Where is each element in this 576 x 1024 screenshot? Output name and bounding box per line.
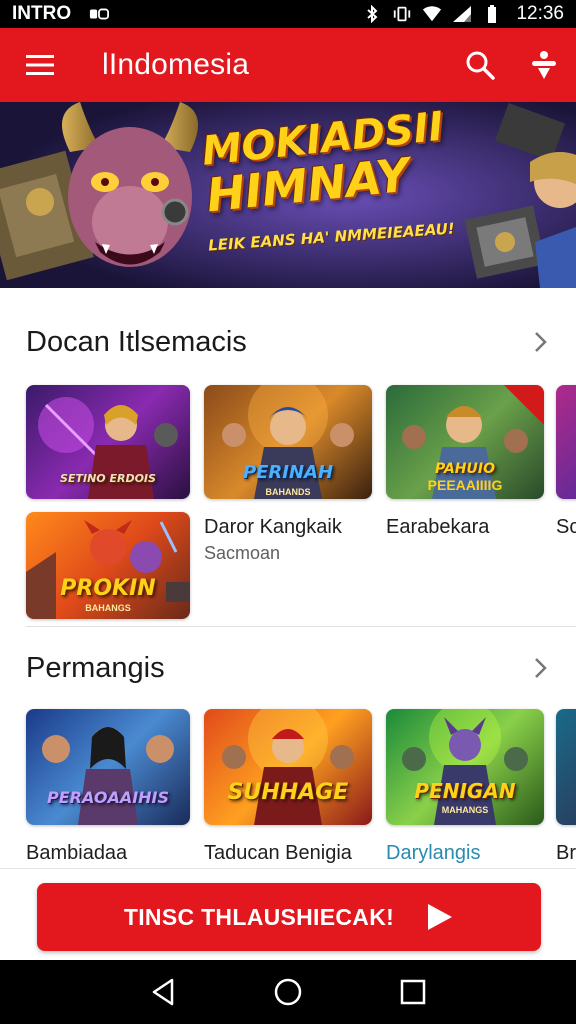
home-icon xyxy=(274,978,302,1006)
item-title[interactable]: Bambiadaa xyxy=(26,842,127,865)
signal-icon xyxy=(452,5,472,23)
menu-icon xyxy=(26,55,54,75)
card-logo: PROKIN xyxy=(60,576,156,601)
card-logo: PERAOAAIHIS xyxy=(46,788,170,807)
game-card[interactable]: SETINO ERDOIS xyxy=(26,385,190,499)
card-logo-sub: BAHANGS xyxy=(85,603,131,613)
chevron-right-icon[interactable] xyxy=(528,330,552,354)
item-title[interactable]: Darylangis xyxy=(386,842,480,865)
profile-icon xyxy=(532,51,556,79)
cta-area: TINSC THLAUSHIECAK! xyxy=(0,868,576,960)
card-logo-sub: BAHANDS xyxy=(265,487,311,497)
game-card[interactable]: PERINAH BAHANDS xyxy=(204,385,372,499)
section-header-2[interactable]: Permangis xyxy=(0,638,576,698)
recents-icon xyxy=(401,979,426,1005)
item-title[interactable]: Daror Kangkaik xyxy=(204,516,342,539)
home-button[interactable] xyxy=(264,968,312,1016)
item-title[interactable]: Taducan Benigia xyxy=(204,842,352,865)
search-icon xyxy=(466,51,495,80)
cta-button[interactable]: TINSC THLAUSHIECAK! xyxy=(37,883,541,951)
system-nav-bar xyxy=(0,960,576,1024)
game-card[interactable]: PAHUIO PEEAAIIIIG xyxy=(386,385,544,499)
card-logo: PAHUIO xyxy=(434,461,495,477)
cta-label: TINSC THLAUSHIECAK! xyxy=(123,903,395,930)
app-bar: lIndomesia xyxy=(0,28,576,102)
wifi-icon xyxy=(422,5,442,23)
status-bar: INTRO 12:36 xyxy=(0,0,576,28)
game-card-partial[interactable] xyxy=(556,709,576,825)
game-card[interactable]: PROKIN BAHANGS xyxy=(26,512,190,619)
promo-banner[interactable]: MOKIADSII HIMNAY LEIK EANS HA' NMMEIEAEA… xyxy=(0,102,576,288)
carrier-label: INTRO xyxy=(12,3,72,24)
battery-icon xyxy=(482,5,502,23)
sim-icon xyxy=(89,5,110,23)
item-subtitle: Sacmoan xyxy=(204,543,281,563)
back-icon xyxy=(152,978,173,1006)
app-title: lIndomesia xyxy=(102,48,250,81)
search-button[interactable] xyxy=(448,28,512,102)
vibrate-icon xyxy=(392,5,412,23)
item-title[interactable]: Sc xyxy=(556,516,576,539)
game-card-partial[interactable] xyxy=(556,385,576,499)
card-logo-sub: MAHANGS xyxy=(441,805,489,815)
profile-button[interactable] xyxy=(512,28,576,102)
section-title: Permangis xyxy=(26,651,165,684)
menu-button[interactable] xyxy=(0,28,80,102)
section-header-1[interactable]: Docan Itlsemacis xyxy=(0,312,576,372)
game-card[interactable]: PENIGAN MAHANGS xyxy=(386,709,544,825)
item-title[interactable]: Br xyxy=(556,842,576,865)
chevron-right-icon[interactable] xyxy=(528,656,552,680)
back-button[interactable] xyxy=(139,968,187,1016)
item-title[interactable]: Earabekara xyxy=(386,516,489,539)
status-time: 12:36 xyxy=(516,3,564,24)
game-card[interactable]: PERAOAAIHIS xyxy=(26,709,190,825)
card-logo: PERINAH xyxy=(242,462,334,483)
card-logo: SUHHAGE xyxy=(227,780,349,805)
card-logo: PENIGAN xyxy=(414,779,516,803)
section-divider xyxy=(26,626,576,627)
play-icon xyxy=(428,904,453,930)
bluetooth-icon xyxy=(362,5,382,23)
section-title: Docan Itlsemacis xyxy=(26,325,247,358)
card-logo: SETINO ERDOIS xyxy=(60,472,156,485)
recents-button[interactable] xyxy=(389,968,437,1016)
card-logo-sub: PEEAAIIIIG xyxy=(427,477,503,493)
game-card[interactable]: SUHHAGE xyxy=(204,709,372,825)
